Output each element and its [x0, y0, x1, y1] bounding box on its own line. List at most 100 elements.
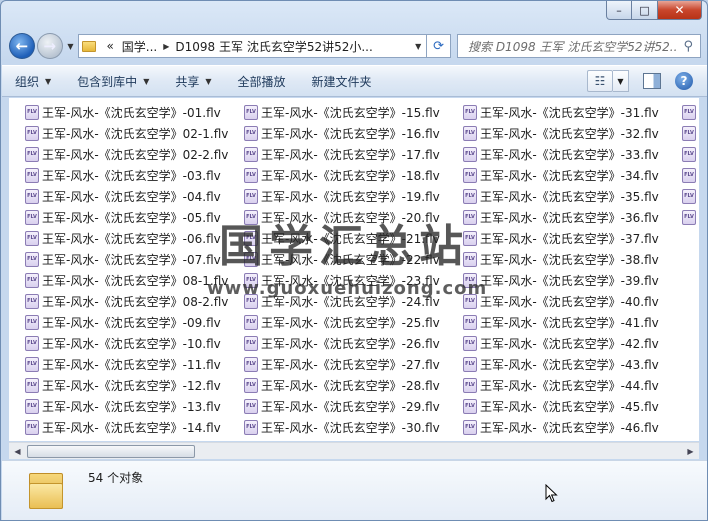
file-item[interactable]: FLV 王军-风水-《沈氏玄空学》-23.flv — [244, 270, 463, 291]
file-item[interactable]: FLV 王军-风水-《沈氏玄空学》-01.flv — [25, 102, 244, 123]
file-item[interactable]: FLV — [682, 186, 699, 207]
file-item[interactable]: FLV 王军-风水-《沈氏玄空学》-07.flv — [25, 249, 244, 270]
file-item[interactable]: FLV 王军-风水-《沈氏玄空学》08-1.flv — [25, 270, 244, 291]
flv-file-icon: FLV — [244, 357, 258, 372]
close-button[interactable]: ✕ — [658, 1, 702, 20]
file-item[interactable]: FLV 王军-风水-《沈氏玄空学》-05.flv — [25, 207, 244, 228]
file-item[interactable]: FLV 王军-风水-《沈氏玄空学》-14.flv — [25, 417, 244, 438]
file-item[interactable]: FLV — [682, 165, 699, 186]
back-button[interactable]: ← — [9, 33, 35, 59]
breadcrumb-overflow[interactable]: « — [102, 39, 117, 53]
recent-pages-dropdown[interactable]: ▼ — [65, 42, 77, 51]
horizontal-scrollbar[interactable]: ◀ ▶ — [9, 442, 699, 459]
organize-menu[interactable]: 组织 ▼ — [2, 68, 64, 94]
file-item[interactable]: FLV 王军-风水-《沈氏玄空学》-30.flv — [244, 417, 463, 438]
file-item[interactable]: FLV 王军-风水-《沈氏玄空学》-20.flv — [244, 207, 463, 228]
scroll-left-arrow-icon[interactable]: ◀ — [9, 443, 26, 460]
file-item[interactable]: FLV 王军-风水-《沈氏玄空学》-46.flv — [463, 417, 682, 438]
help-icon[interactable]: ? — [675, 72, 693, 90]
file-item[interactable]: FLV 王军-风水-《沈氏玄空学》02-1.flv — [25, 123, 244, 144]
address-dropdown[interactable]: ▼ — [410, 42, 426, 51]
breadcrumb-chevron-icon[interactable]: ▶ — [161, 42, 171, 51]
file-item[interactable]: FLV 王军-风水-《沈氏玄空学》-28.flv — [244, 375, 463, 396]
file-item[interactable]: FLV 王军-风水-《沈氏玄空学》-43.flv — [463, 354, 682, 375]
search-box[interactable]: 搜索 D1098 王军 沈氏玄空学52讲52... ⚲ — [457, 34, 701, 58]
file-item[interactable]: FLV 王军-风水-《沈氏玄空学》-44.flv — [463, 375, 682, 396]
flv-file-icon: FLV — [463, 273, 477, 288]
flv-file-icon: FLV — [25, 399, 39, 414]
flv-file-icon: FLV — [682, 168, 696, 183]
forward-button[interactable]: → — [36, 33, 63, 59]
file-item[interactable]: FLV 王军-风水-《沈氏玄空学》08-2.flv — [25, 291, 244, 312]
file-item[interactable]: FLV 王军-风水-《沈氏玄空学》-24.flv — [244, 291, 463, 312]
include-in-library-menu[interactable]: 包含到库中 ▼ — [64, 68, 162, 94]
file-item[interactable]: FLV 王军-风水-《沈氏玄空学》-38.flv — [463, 249, 682, 270]
file-item[interactable]: FLV 王军-风水-《沈氏玄空学》-21.flv — [244, 228, 463, 249]
file-name: 王军-风水-《沈氏玄空学》-46.flv — [480, 421, 659, 435]
file-item[interactable]: FLV 王军-风水-《沈氏玄空学》-04.flv — [25, 186, 244, 207]
refresh-button[interactable]: ⟳ — [427, 34, 451, 58]
flv-file-icon: FLV — [244, 126, 258, 141]
file-item[interactable]: FLV 王军-风水-《沈氏玄空学》-45.flv — [463, 396, 682, 417]
file-item[interactable]: FLV 王军-风水-《沈氏玄空学》-19.flv — [244, 186, 463, 207]
file-item[interactable]: FLV 王军-风水-《沈氏玄空学》-34.flv — [463, 165, 682, 186]
file-item[interactable]: FLV 王军-风水-《沈氏玄空学》-27.flv — [244, 354, 463, 375]
file-name: 王军-风水-《沈氏玄空学》-45.flv — [480, 400, 659, 414]
file-item[interactable]: FLV — [682, 207, 699, 228]
file-name: 王军-风水-《沈氏玄空学》-11.flv — [42, 358, 221, 372]
file-item[interactable]: FLV 王军-风水-《沈氏玄空学》-41.flv — [463, 312, 682, 333]
file-item[interactable]: FLV 王军-风水-《沈氏玄空学》-40.flv — [463, 291, 682, 312]
search-icon[interactable]: ⚲ — [677, 39, 700, 54]
flv-file-icon: FLV — [463, 168, 477, 183]
file-item[interactable]: FLV 王军-风水-《沈氏玄空学》-33.flv — [463, 144, 682, 165]
file-item[interactable]: FLV 王军-风水-《沈氏玄空学》-35.flv — [463, 186, 682, 207]
search-input[interactable]: 搜索 D1098 王军 沈氏玄空学52讲52... — [468, 38, 677, 55]
file-item[interactable]: FLV 王军-风水-《沈氏玄空学》-16.flv — [244, 123, 463, 144]
play-all-button[interactable]: 全部播放 — [225, 68, 299, 94]
file-item[interactable]: FLV 王军-风水-《沈氏玄空学》-29.flv — [244, 396, 463, 417]
file-item[interactable]: FLV 王军-风水-《沈氏玄空学》-10.flv — [25, 333, 244, 354]
file-item[interactable]: FLV 王军-风水-《沈氏玄空学》-17.flv — [244, 144, 463, 165]
file-name: 王军-风水-《沈氏玄空学》-05.flv — [42, 211, 221, 225]
arrow-right-icon: → — [43, 37, 56, 55]
file-item[interactable]: FLV — [682, 102, 699, 123]
scrollbar-thumb[interactable] — [27, 445, 195, 458]
file-name: 王军-风水-《沈氏玄空学》-32.flv — [480, 127, 659, 141]
file-item[interactable]: FLV 王军-风水-《沈氏玄空学》-25.flv — [244, 312, 463, 333]
file-item[interactable]: FLV 王军-风水-《沈氏玄空学》-36.flv — [463, 207, 682, 228]
file-item[interactable]: FLV 王军-风水-《沈氏玄空学》-06.flv — [25, 228, 244, 249]
file-item[interactable]: FLV — [682, 144, 699, 165]
flv-file-icon: FLV — [463, 147, 477, 162]
view-options-dropdown[interactable]: ▼ — [613, 70, 629, 92]
file-item[interactable]: FLV 王军-风水-《沈氏玄空学》-42.flv — [463, 333, 682, 354]
file-name: 王军-风水-《沈氏玄空学》-35.flv — [480, 190, 659, 204]
minimize-button[interactable]: – — [606, 1, 632, 20]
file-item[interactable]: FLV 王军-风水-《沈氏玄空学》02-2.flv — [25, 144, 244, 165]
file-item[interactable]: FLV 王军-风水-《沈氏玄空学》-26.flv — [244, 333, 463, 354]
file-item[interactable]: FLV 王军-风水-《沈氏玄空学》-31.flv — [463, 102, 682, 123]
file-item[interactable]: FLV 王军-风水-《沈氏玄空学》-22.flv — [244, 249, 463, 270]
file-item[interactable]: FLV — [682, 123, 699, 144]
preview-pane-icon[interactable] — [643, 73, 661, 89]
file-item[interactable]: FLV 王军-风水-《沈氏玄空学》-09.flv — [25, 312, 244, 333]
new-folder-button[interactable]: 新建文件夹 — [299, 68, 385, 94]
change-view-button[interactable]: ☷ — [587, 70, 613, 92]
file-item[interactable]: FLV 王军-风水-《沈氏玄空学》-12.flv — [25, 375, 244, 396]
file-item[interactable]: FLV 王军-风水-《沈氏玄空学》-39.flv — [463, 270, 682, 291]
file-item[interactable]: FLV 王军-风水-《沈氏玄空学》-15.flv — [244, 102, 463, 123]
file-item[interactable]: FLV 王军-风水-《沈氏玄空学》-11.flv — [25, 354, 244, 375]
caption-buttons: – □ ✕ — [606, 1, 702, 20]
file-item[interactable]: FLV 王军-风水-《沈氏玄空学》-37.flv — [463, 228, 682, 249]
file-name: 王军-风水-《沈氏玄空学》-26.flv — [261, 337, 440, 351]
address-bar[interactable]: « 国学... ▶ D1098 王军 沈氏玄空学52讲52小... ▼ — [78, 34, 428, 58]
scroll-right-arrow-icon[interactable]: ▶ — [682, 443, 699, 460]
breadcrumb-item-current[interactable]: D1098 王军 沈氏玄空学52讲52小... — [171, 38, 376, 55]
file-item[interactable]: FLV 王军-风水-《沈氏玄空学》-18.flv — [244, 165, 463, 186]
file-item[interactable]: FLV 王军-风水-《沈氏玄空学》-13.flv — [25, 396, 244, 417]
share-menu[interactable]: 共享 ▼ — [162, 68, 224, 94]
breadcrumb-item-guoxue[interactable]: 国学... — [118, 38, 161, 55]
file-name: 王军-风水-《沈氏玄空学》08-2.flv — [42, 295, 229, 309]
file-item[interactable]: FLV 王军-风水-《沈氏玄空学》-03.flv — [25, 165, 244, 186]
file-item[interactable]: FLV 王军-风水-《沈氏玄空学》-32.flv — [463, 123, 682, 144]
maximize-button[interactable]: □ — [632, 1, 658, 20]
